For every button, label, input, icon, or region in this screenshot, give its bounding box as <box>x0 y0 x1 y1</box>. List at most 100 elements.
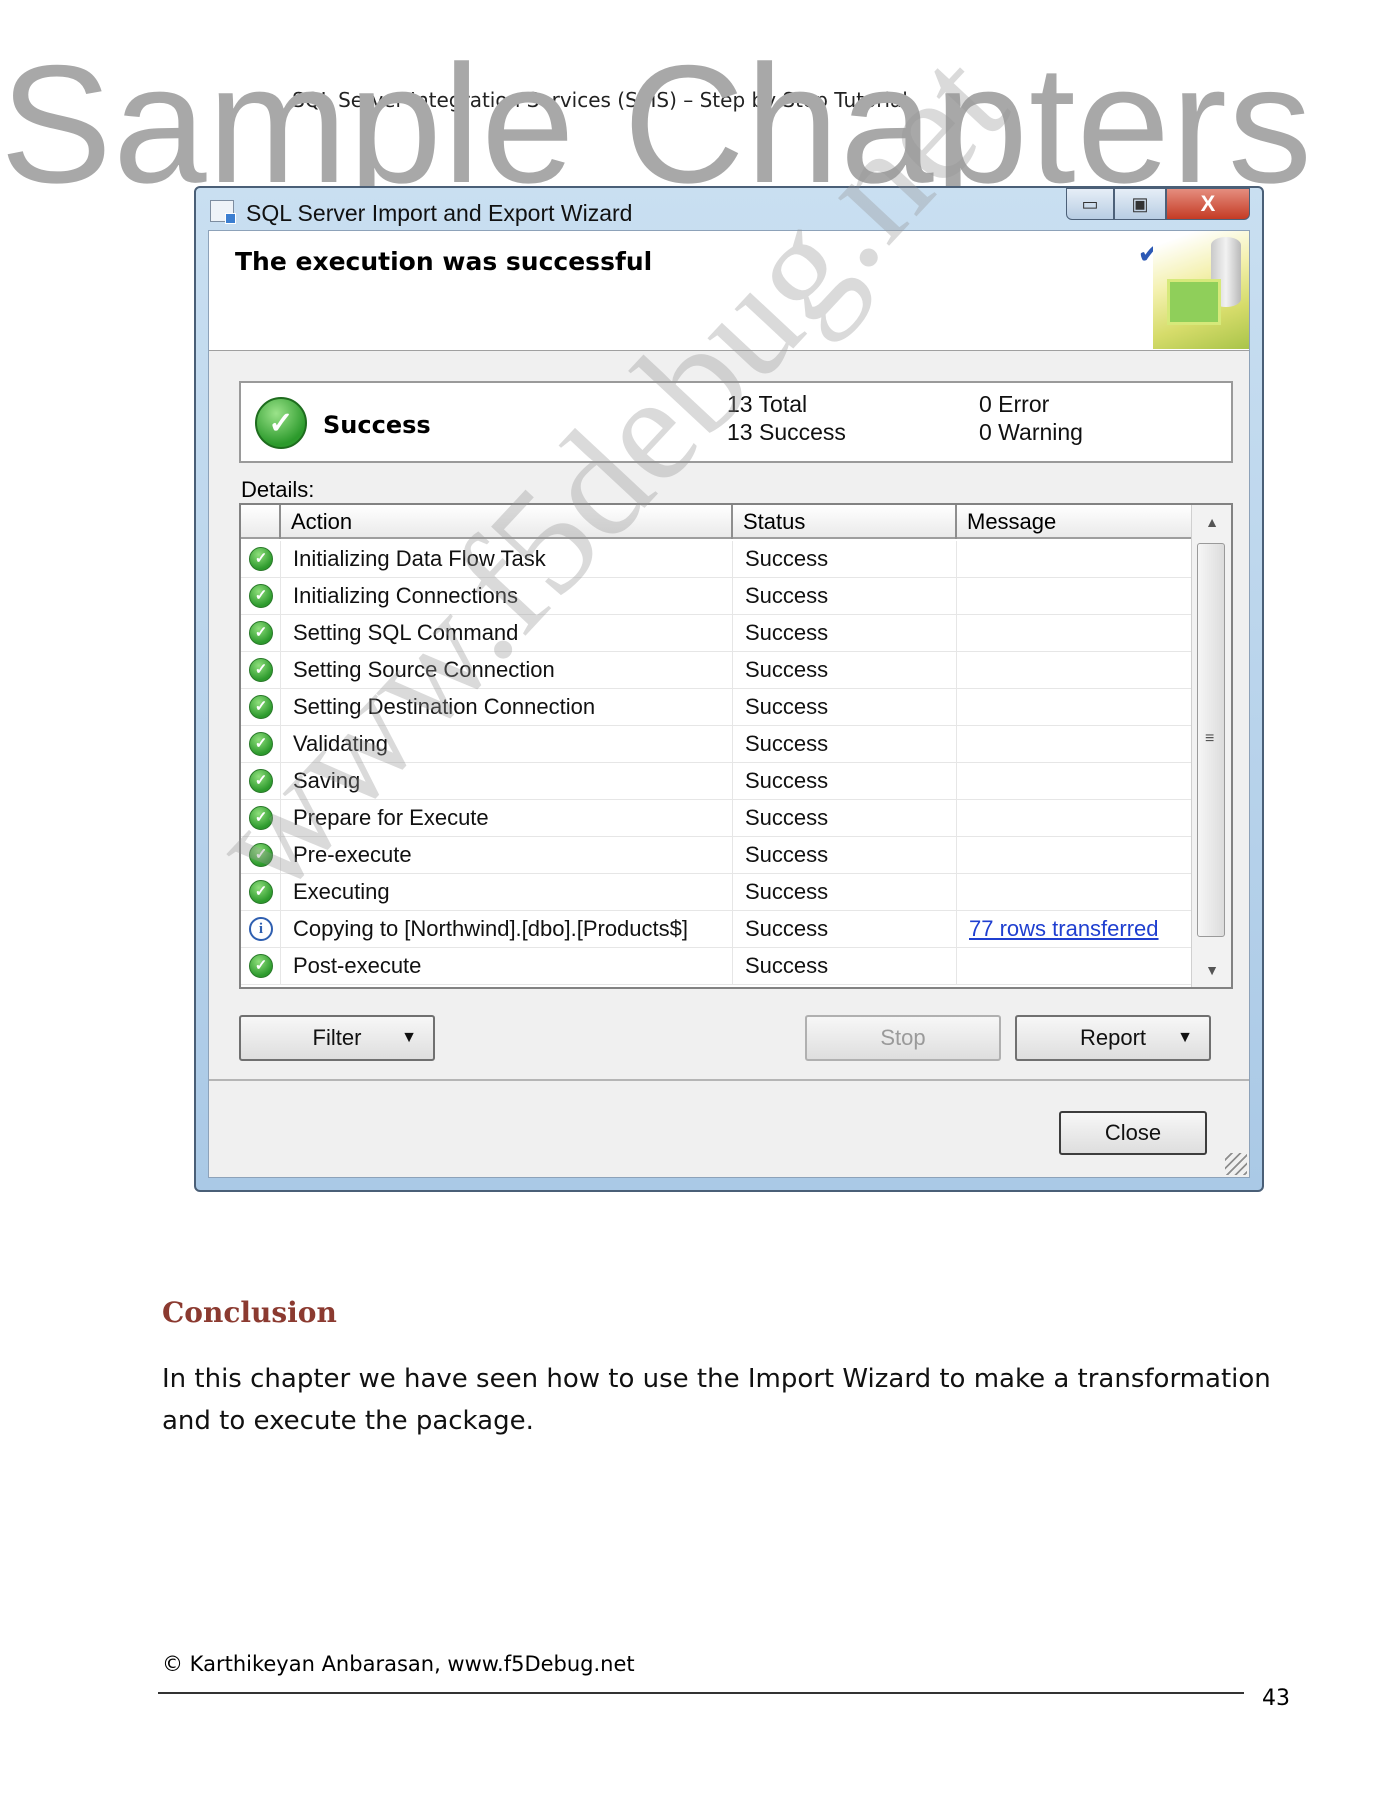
row-action: Post-execute <box>281 948 733 984</box>
scrollbar-thumb[interactable]: ≡ <box>1197 543 1225 937</box>
title-bar[interactable]: SQL Server Import and Export Wizard ▭ ▣ … <box>196 188 1262 230</box>
row-message <box>957 763 1191 799</box>
success-icon: ✓ <box>249 732 273 756</box>
scroll-up-icon[interactable]: ▲ <box>1192 505 1232 539</box>
row-action: Saving <box>281 763 733 799</box>
wizard-banner-graphic <box>1153 231 1249 349</box>
error-count: 0 Error <box>979 391 1050 417</box>
dropdown-arrow-icon: ▼ <box>1177 1029 1193 1046</box>
wizard-app-icon <box>210 200 236 224</box>
success-icon: ✓ <box>249 547 273 571</box>
row-status: Success <box>733 837 957 873</box>
row-action: Initializing Data Flow Task <box>281 541 733 577</box>
close-button[interactable]: Close <box>1059 1111 1207 1155</box>
row-message <box>957 578 1191 614</box>
rows-transferred-link[interactable]: 77 rows transferred <box>969 916 1159 941</box>
row-action: Setting Destination Connection <box>281 689 733 725</box>
table-row[interactable]: ✓ Setting Destination Connection Success <box>241 689 1191 726</box>
row-action: Validating <box>281 726 733 762</box>
filter-button[interactable]: Filter ▼ <box>239 1015 435 1061</box>
success-icon: ✓ <box>249 695 273 719</box>
table-row[interactable]: ✓ Post-execute Success <box>241 948 1191 985</box>
row-status: Success <box>733 726 957 762</box>
dropdown-arrow-icon: ▼ <box>401 1029 417 1046</box>
table-row[interactable]: ✓ Prepare for Execute Success <box>241 800 1191 837</box>
row-message <box>957 689 1191 725</box>
report-button[interactable]: Report ▼ <box>1015 1015 1211 1061</box>
row-message <box>957 615 1191 651</box>
icon-column-header[interactable] <box>241 505 281 539</box>
status-column-header[interactable]: Status <box>733 505 957 539</box>
wizard-client-area: The execution was successful ✔ ✓ Success… <box>208 230 1250 1178</box>
row-action: Initializing Connections <box>281 578 733 614</box>
row-status: Success <box>733 874 957 910</box>
table-row[interactable]: ✓ Executing Success <box>241 874 1191 911</box>
table-row[interactable]: ✓ Initializing Data Flow Task Success <box>241 541 1191 578</box>
copyright-footer: © Karthikeyan Anbarasan, www.f5Debug.net <box>162 1652 635 1676</box>
row-message <box>957 800 1191 836</box>
table-row[interactable]: ✓ Saving Success <box>241 763 1191 800</box>
wizard-header: The execution was successful ✔ <box>209 231 1249 351</box>
row-message <box>957 726 1191 762</box>
row-status: Success <box>733 578 957 614</box>
table-row[interactable]: ✓ Pre-execute Success <box>241 837 1191 874</box>
conclusion-heading: Conclusion <box>162 1296 337 1329</box>
table-row[interactable]: ✓ Initializing Connections Success <box>241 578 1191 615</box>
success-count: 13 Success <box>727 419 846 445</box>
row-status: Success <box>733 763 957 799</box>
success-large-icon: ✓ <box>255 397 307 449</box>
row-status: Success <box>733 652 957 688</box>
window-title: SQL Server Import and Export Wizard <box>246 200 633 226</box>
vertical-scrollbar[interactable]: ▲ ≡ ▼ <box>1191 505 1231 987</box>
minimize-button[interactable]: ▭ <box>1066 188 1114 220</box>
total-count: 13 Total <box>727 391 808 417</box>
close-window-button[interactable]: X <box>1166 188 1250 220</box>
stop-button-label: Stop <box>880 1025 926 1050</box>
row-status: Success <box>733 541 957 577</box>
warning-count: 0 Warning <box>979 419 1083 445</box>
execution-result-title: The execution was successful <box>235 247 653 276</box>
success-icon: ✓ <box>249 880 273 904</box>
row-action: Executing <box>281 874 733 910</box>
row-status: Success <box>733 800 957 836</box>
success-icon: ✓ <box>249 769 273 793</box>
row-message <box>957 837 1191 873</box>
row-status: Success <box>733 689 957 725</box>
success-icon: ✓ <box>249 954 273 978</box>
row-status: Success <box>733 615 957 651</box>
grip-icon: ≡ <box>1205 730 1215 747</box>
table-row[interactable]: ✓ Setting Source Connection Success <box>241 652 1191 689</box>
action-column-header[interactable]: Action <box>281 505 733 539</box>
stop-button[interactable]: Stop <box>805 1015 1001 1061</box>
execution-summary: ✓ Success 13 Total 13 Success 0 Error 0 … <box>239 381 1233 463</box>
resize-grip-icon[interactable] <box>1225 1153 1247 1175</box>
details-grid: Action Status Message ✓ Initializing Dat… <box>239 503 1233 989</box>
filter-button-label: Filter <box>312 1025 362 1050</box>
row-action: Pre-execute <box>281 837 733 873</box>
table-row[interactable]: ✓ Validating Success <box>241 726 1191 763</box>
row-message <box>957 874 1191 910</box>
row-message <box>957 541 1191 577</box>
table-row[interactable]: i Copying to [Northwind].[dbo].[Products… <box>241 911 1191 948</box>
success-icon: ✓ <box>249 584 273 608</box>
row-action: Setting Source Connection <box>281 652 733 688</box>
sample-chapters-watermark: Sample Chapters <box>0 30 1313 218</box>
grid-header: Action Status Message <box>241 505 1191 539</box>
report-button-label: Report <box>1079 1025 1147 1050</box>
success-icon: ✓ <box>249 806 273 830</box>
close-button-label: Close <box>1104 1120 1162 1145</box>
window-controls: ▭ ▣ X <box>1066 188 1250 222</box>
success-icon: ✓ <box>249 658 273 682</box>
footer-rule <box>158 1692 1244 1694</box>
table-row[interactable]: ✓ Setting SQL Command Success <box>241 615 1191 652</box>
grid-rows: ✓ Initializing Data Flow Task Success ✓ … <box>241 541 1191 985</box>
row-status: Success <box>733 948 957 984</box>
row-action: Prepare for Execute <box>281 800 733 836</box>
summary-status: Success <box>323 411 431 439</box>
row-status: Success <box>733 911 957 947</box>
maximize-button[interactable]: ▣ <box>1114 188 1166 220</box>
import-export-wizard-window: SQL Server Import and Export Wizard ▭ ▣ … <box>194 186 1264 1192</box>
scroll-down-icon[interactable]: ▼ <box>1192 953 1232 987</box>
row-action: Setting SQL Command <box>281 615 733 651</box>
message-column-header[interactable]: Message <box>957 505 1191 539</box>
